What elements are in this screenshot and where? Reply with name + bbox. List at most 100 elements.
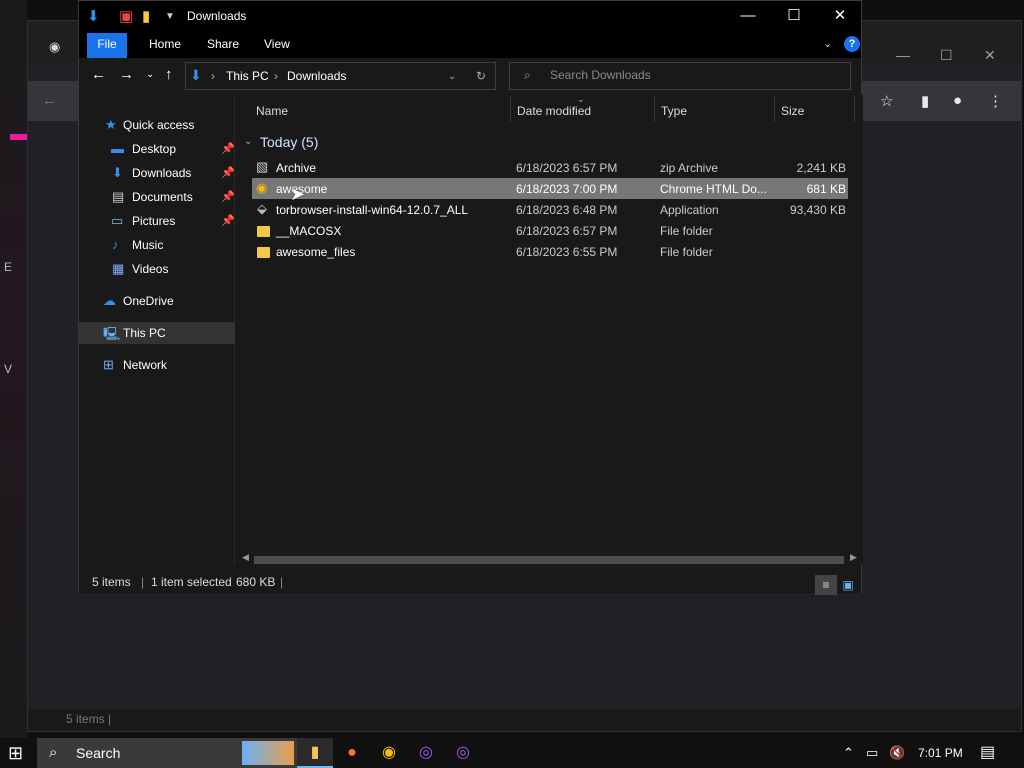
file-type: zip Archive	[660, 161, 719, 175]
chrome-close-icon[interactable]: ✕	[984, 47, 996, 64]
chrome-taskbar-icon[interactable]: ◉	[371, 738, 407, 768]
volume-muted-icon[interactable]: 🔇	[889, 745, 905, 761]
column-header-name[interactable]: Name	[256, 104, 288, 118]
search-box[interactable]: ⌕	[509, 62, 851, 90]
column-divider[interactable]	[510, 97, 511, 122]
help-icon[interactable]: ?	[844, 36, 860, 52]
nav-item-network[interactable]: ⊞ Network	[79, 354, 235, 376]
file-row-torbrowser[interactable]: ⬙ torbrowser-install-win64-12.0.7_ALL 6/…	[252, 199, 848, 220]
title-bar[interactable]: ⬇ ▣ ▮ ▼ Downloads — ☐ ✕	[79, 1, 861, 33]
file-row-archive[interactable]: ▧ Archive 6/18/2023 6:57 PM zip Archive …	[252, 157, 848, 178]
profile-icon[interactable]: ●	[953, 92, 962, 109]
nav-item-downloads[interactable]: ⬇ Downloads 📌	[79, 162, 235, 184]
horizontal-scrollbar[interactable]: ◀ ▶	[242, 552, 857, 566]
details-view-icon[interactable]: ≡	[815, 575, 837, 595]
nav-item-music[interactable]: ♪ Music	[79, 234, 235, 256]
file-size: 93,430 KB	[789, 203, 846, 217]
desktop-edge	[0, 0, 27, 768]
notification-center-icon[interactable]: ▤	[980, 742, 995, 762]
firefox-taskbar-icon[interactable]: ●	[334, 738, 370, 768]
column-header-type[interactable]: Type	[661, 104, 687, 118]
tab-share[interactable]: Share	[197, 33, 249, 58]
taskbar-search[interactable]: ⌕ Search	[37, 738, 299, 768]
file-type: File folder	[660, 245, 713, 259]
pin-icon: 📌	[221, 191, 235, 203]
edge-letter: E	[4, 260, 13, 274]
new-folder-icon[interactable]: ▮	[142, 7, 150, 27]
breadcrumb-this-pc[interactable]: This PC	[226, 69, 269, 83]
nav-item-desktop[interactable]: ▬ Desktop 📌	[79, 138, 235, 160]
address-dropdown-icon[interactable]: ⌄	[448, 71, 456, 82]
properties-icon[interactable]: ▣	[119, 7, 133, 27]
chrome-tab-icon[interactable]: ◉	[49, 39, 60, 55]
breadcrumb-downloads[interactable]: Downloads	[287, 69, 346, 83]
file-explorer-window[interactable]: ⬇ ▣ ▮ ▼ Downloads — ☐ ✕ File Home Share …	[78, 0, 863, 595]
bookmark-star-icon[interactable]: ☆	[880, 92, 893, 110]
nav-item-pictures[interactable]: ▭ Pictures 📌	[79, 210, 235, 232]
qat-dropdown-icon[interactable]: ▼	[165, 7, 175, 27]
recent-locations-icon[interactable]: ⌄	[146, 69, 154, 80]
file-row-awesome[interactable]: ◉ awesome 6/18/2023 7:00 PM Chrome HTML …	[252, 178, 848, 199]
maximize-button[interactable]: ☐	[771, 1, 817, 33]
network-tray-icon[interactable]: ▭	[866, 745, 878, 761]
nav-item-videos[interactable]: ▦ Videos	[79, 258, 235, 280]
download-icon[interactable]: ⬇	[87, 7, 100, 27]
tab-home[interactable]: Home	[139, 33, 191, 58]
nav-quick-access[interactable]: ★ Quick access	[79, 114, 235, 136]
chrome-menu-icon[interactable]: ⋮	[988, 92, 1003, 110]
file-type: Application	[660, 203, 719, 217]
chrome-maximize-icon[interactable]: ☐	[940, 47, 953, 64]
documents-icon: ▤	[112, 189, 125, 204]
ribbon-expand-icon[interactable]: ⌄	[823, 37, 832, 50]
ribbon-tabs: File Home Share View ⌄ ?	[79, 33, 861, 58]
column-divider[interactable]	[774, 97, 775, 122]
scrollbar-thumb[interactable]	[254, 556, 844, 564]
taskbar: ⊞ ⌕ Search ▮ ● ◉ ◎ ◎ ⌃ ▭ 🔇 7:01 PM ▤	[0, 738, 1024, 768]
computer-icon: 🖳	[103, 326, 121, 341]
back-button[interactable]: ←	[91, 66, 106, 83]
taskbar-clock[interactable]: 7:01 PM	[918, 746, 963, 760]
chrome-minimize-icon[interactable]: —	[896, 47, 910, 63]
minimize-button[interactable]: —	[725, 1, 771, 33]
file-row-macosx[interactable]: __MACOSX 6/18/2023 6:57 PM File folder	[252, 220, 848, 241]
close-button[interactable]: ✕	[817, 1, 863, 33]
scroll-left-icon[interactable]: ◀	[242, 552, 249, 563]
nav-item-documents[interactable]: ▤ Documents 📌	[79, 186, 235, 208]
tab-view[interactable]: View	[254, 33, 300, 58]
file-size: 2,241 KB	[796, 161, 846, 175]
edge-letter: V	[4, 362, 13, 376]
up-button[interactable]: ↑	[165, 66, 173, 83]
nav-item-this-pc[interactable]: 🖳 This PC	[79, 322, 235, 344]
refresh-icon[interactable]: ↻	[476, 69, 486, 83]
chrome-back-icon[interactable]: ←	[42, 92, 57, 109]
file-explorer-taskbar-icon[interactable]: ▮	[297, 738, 333, 768]
tray-overflow-icon[interactable]: ⌃	[843, 745, 854, 761]
column-header-date[interactable]: Date modified	[517, 104, 591, 118]
search-input[interactable]	[550, 68, 840, 82]
group-collapse-icon[interactable]: ⌄	[244, 136, 252, 147]
large-icons-view-icon[interactable]: ▣	[837, 575, 859, 595]
file-date: 6/18/2023 6:55 PM	[516, 245, 618, 259]
nav-label: Quick access	[123, 118, 195, 132]
address-bar[interactable]: ⬇ › This PC › Downloads ⌄ ↻	[185, 62, 496, 90]
window-title: Downloads	[187, 9, 247, 23]
column-header-size[interactable]: Size	[781, 104, 804, 118]
search-highlight-image	[242, 741, 294, 765]
selected-count: 1 item selected	[151, 575, 232, 589]
tor-browser-taskbar-icon-2[interactable]: ◎	[445, 738, 481, 768]
column-divider[interactable]	[854, 97, 855, 122]
side-panel-icon[interactable]: ▮	[921, 92, 929, 110]
tab-file[interactable]: File	[87, 33, 127, 58]
windows-start-icon[interactable]: ⊞	[8, 743, 23, 764]
scroll-right-icon[interactable]: ▶	[850, 552, 857, 563]
file-row-awesome-files[interactable]: awesome_files 6/18/2023 6:55 PM File fol…	[252, 241, 848, 262]
file-list: Name Date modified ⌄ Type Size ⌄ Today (…	[236, 94, 863, 564]
tor-browser-taskbar-icon[interactable]: ◎	[408, 738, 444, 768]
mouse-cursor-icon: ➤	[290, 184, 306, 204]
videos-icon: ▦	[112, 261, 125, 276]
nav-item-onedrive[interactable]: ☁ OneDrive	[79, 290, 235, 312]
breadcrumb-separator: ›	[211, 69, 215, 83]
forward-button[interactable]: →	[119, 66, 134, 83]
group-header[interactable]: Today (5)	[260, 134, 318, 150]
column-divider[interactable]	[654, 97, 655, 122]
